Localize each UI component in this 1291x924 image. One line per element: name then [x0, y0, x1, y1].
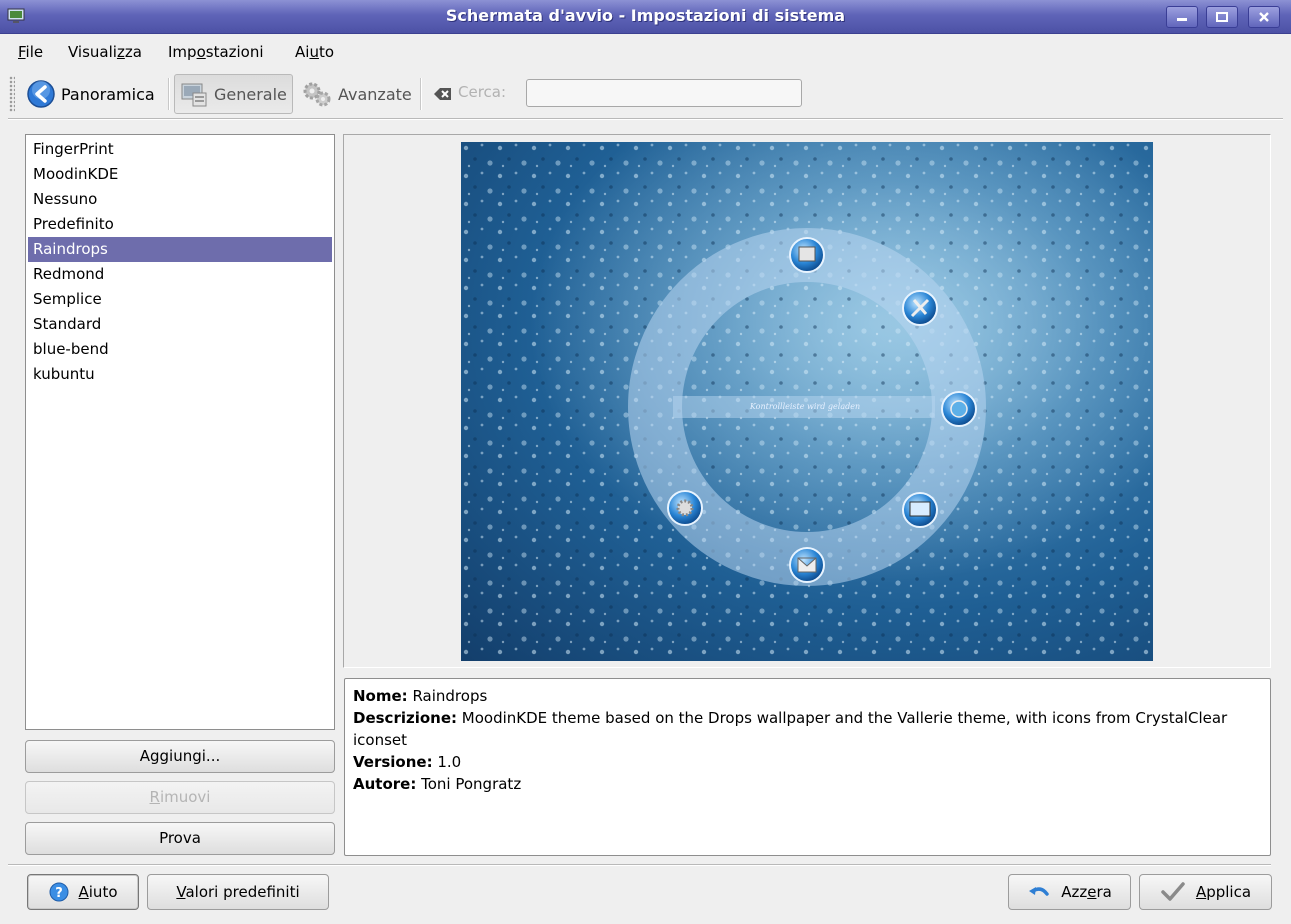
- generale-button[interactable]: Generale: [174, 74, 293, 114]
- valori-predefiniti-label: Valori predefiniti: [176, 883, 300, 901]
- info-versione: Versione: 1.0: [353, 753, 462, 771]
- valori-predefiniti-button[interactable]: Valori predefiniti: [147, 874, 329, 910]
- close-button[interactable]: [1248, 6, 1280, 28]
- info-descrizione: Descrizione: MoodinKDE theme based on th…: [353, 709, 1228, 749]
- list-item-fingerprint[interactable]: FingerPrint: [28, 137, 332, 162]
- prova-button[interactable]: Prova: [25, 822, 335, 855]
- list-item-blue-bend[interactable]: blue-bend: [28, 337, 332, 362]
- list-item-raindrops[interactable]: Raindrops: [28, 237, 332, 262]
- menu-bar: File Visualizza Impostazioni Aiuto: [0, 34, 1291, 68]
- back-arrow-icon: [27, 80, 55, 108]
- generale-label: Generale: [214, 84, 287, 104]
- info-nome: Nome: Raindrops: [353, 687, 488, 705]
- bottom-divider: [8, 864, 1271, 866]
- minimize-icon: [1177, 18, 1187, 21]
- help-icon: ?: [49, 882, 68, 902]
- list-item-nessuno[interactable]: Nessuno: [28, 187, 332, 212]
- panoramica-label: Panoramica: [61, 84, 155, 104]
- toolbar-separator: [168, 78, 170, 110]
- close-icon: [1259, 12, 1269, 22]
- applica-button[interactable]: Applica: [1139, 874, 1272, 910]
- toolbar-divider: [8, 118, 1283, 120]
- reset-arrow-icon: [1029, 887, 1049, 896]
- clear-search-icon: [434, 88, 451, 100]
- avanzate-button[interactable]: Avanzate: [297, 74, 416, 114]
- list-item-kubuntu[interactable]: kubuntu: [28, 362, 332, 387]
- rimuovi-button[interactable]: Rimuovi: [25, 781, 335, 814]
- toolbar-grip[interactable]: [9, 76, 15, 112]
- azzera-button[interactable]: Azzera: [1008, 874, 1131, 910]
- checkmark-icon: [1161, 882, 1185, 901]
- maximize-icon: [1216, 12, 1228, 22]
- list-item-predefinito[interactable]: Predefinito: [28, 212, 332, 237]
- cerca-label: Cerca:: [458, 83, 507, 101]
- theme-info-box: Nome: Raindrops Descrizione: MoodinKDE t…: [344, 678, 1271, 856]
- list-item-standard[interactable]: Standard: [28, 312, 332, 337]
- list-item-redmond[interactable]: Redmond: [28, 262, 332, 287]
- maximize-button[interactable]: [1206, 6, 1238, 28]
- menu-file[interactable]: File: [18, 43, 43, 61]
- toolbar-separator: [420, 78, 422, 110]
- search-input[interactable]: [526, 79, 802, 107]
- title-bar[interactable]: Schermata d'avvio - Impostazioni di sist…: [0, 0, 1291, 34]
- azzera-label: Azzera: [1061, 883, 1112, 901]
- aiuto-label: Aiuto: [78, 883, 118, 901]
- panoramica-button[interactable]: Panoramica: [22, 74, 159, 114]
- theme-list[interactable]: FingerPrint MoodinKDE Nessuno Predefinit…: [25, 134, 335, 730]
- minimize-button[interactable]: [1166, 6, 1198, 28]
- list-item-semplice[interactable]: Semplice: [28, 287, 332, 312]
- window-title: Schermata d'avvio - Impostazioni di sist…: [445, 6, 846, 25]
- gears-icon: [303, 82, 331, 107]
- info-autore: Autore: Toni Pongratz: [353, 775, 522, 793]
- aggiungi-button[interactable]: Aggiungi...: [25, 740, 335, 773]
- list-item-moodinkde[interactable]: MoodinKDE: [28, 162, 332, 187]
- applica-label: Applica: [1195, 883, 1252, 901]
- svg-text:?: ?: [55, 886, 63, 901]
- clear-search-button[interactable]: [428, 74, 458, 114]
- splash-status-text: Kontrollleiste wird geladen: [749, 402, 861, 411]
- avanzate-label: Avanzate: [338, 84, 412, 104]
- aiuto-button[interactable]: ? Aiuto: [27, 874, 139, 910]
- menu-visualizza[interactable]: Visualizza: [68, 43, 142, 61]
- menu-aiuto[interactable]: Aiuto: [295, 43, 334, 61]
- menu-impostazioni[interactable]: Impostazioni: [168, 43, 264, 61]
- general-settings-icon: [181, 83, 207, 107]
